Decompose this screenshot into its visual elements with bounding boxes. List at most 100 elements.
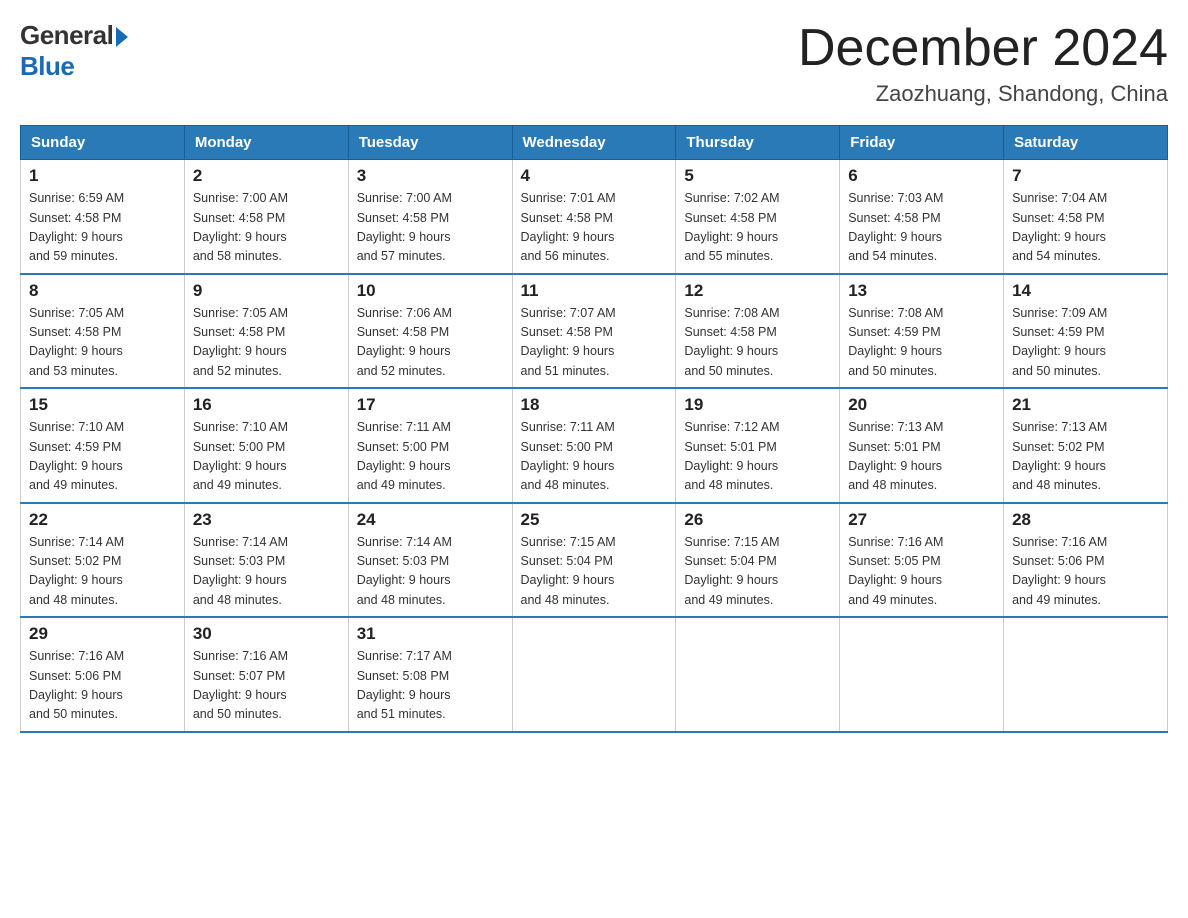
day-info: Sunrise: 7:04 AMSunset: 4:58 PMDaylight:…: [1012, 191, 1107, 263]
day-info: Sunrise: 7:10 AMSunset: 5:00 PMDaylight:…: [193, 420, 288, 492]
calendar-table: Sunday Monday Tuesday Wednesday Thursday…: [20, 125, 1168, 733]
col-monday: Monday: [184, 126, 348, 160]
table-row: 12 Sunrise: 7:08 AMSunset: 4:58 PMDayligh…: [676, 274, 840, 389]
day-info: Sunrise: 7:14 AMSunset: 5:02 PMDaylight:…: [29, 535, 124, 607]
page-title: December 2024: [798, 20, 1168, 77]
table-row: 20Sunrise: 7:13 AMSunset: 5:01 PMDayligh…: [840, 388, 1004, 503]
day-info: Sunrise: 7:02 AMSunset: 4:58 PMDaylight:…: [684, 191, 779, 263]
table-row: 7 Sunrise: 7:04 AMSunset: 4:58 PMDaylight…: [1004, 160, 1168, 274]
day-number: 17: [357, 395, 504, 415]
table-row: 26 Sunrise: 7:15 AMSunset: 5:04 PMDayligh…: [676, 503, 840, 618]
day-info: Sunrise: 7:01 AMSunset: 4:58 PMDaylight:…: [521, 191, 616, 263]
table-row: [512, 617, 676, 732]
day-number: 10: [357, 281, 504, 301]
title-block: December 2024 Zaozhuang, Shandong, China: [798, 20, 1168, 107]
calendar-week-row: 22 Sunrise: 7:14 AMSunset: 5:02 PMDayligh…: [21, 503, 1168, 618]
day-number: 28: [1012, 510, 1159, 530]
logo-blue-text: Blue: [20, 51, 128, 82]
table-row: 2 Sunrise: 7:00 AMSunset: 4:58 PMDaylight…: [184, 160, 348, 274]
col-sunday: Sunday: [21, 126, 185, 160]
table-row: 4Sunrise: 7:01 AMSunset: 4:58 PMDaylight…: [512, 160, 676, 274]
col-friday: Friday: [840, 126, 1004, 160]
logo-triangle-icon: [116, 27, 128, 47]
day-info: Sunrise: 7:06 AMSunset: 4:58 PMDaylight:…: [357, 306, 452, 378]
day-number: 8: [29, 281, 176, 301]
table-row: 3 Sunrise: 7:00 AMSunset: 4:58 PMDaylight…: [348, 160, 512, 274]
day-info: Sunrise: 7:16 AMSunset: 5:05 PMDaylight:…: [848, 535, 943, 607]
day-info: Sunrise: 7:09 AMSunset: 4:59 PMDaylight:…: [1012, 306, 1107, 378]
day-info: Sunrise: 7:00 AMSunset: 4:58 PMDaylight:…: [193, 191, 288, 263]
table-row: 21 Sunrise: 7:13 AMSunset: 5:02 PMDayligh…: [1004, 388, 1168, 503]
calendar-week-row: 1 Sunrise: 6:59 AMSunset: 4:58 PMDaylight…: [21, 160, 1168, 274]
day-info: Sunrise: 7:15 AMSunset: 5:04 PMDaylight:…: [684, 535, 779, 607]
day-number: 1: [29, 166, 176, 186]
day-info: Sunrise: 7:17 AMSunset: 5:08 PMDaylight:…: [357, 649, 452, 721]
col-saturday: Saturday: [1004, 126, 1168, 160]
day-number: 3: [357, 166, 504, 186]
day-info: Sunrise: 7:11 AMSunset: 5:00 PMDaylight:…: [521, 420, 615, 492]
day-number: 29: [29, 624, 176, 644]
logo-general-text: General: [20, 20, 113, 51]
day-number: 5: [684, 166, 831, 186]
day-info: Sunrise: 7:16 AMSunset: 5:07 PMDaylight:…: [193, 649, 288, 721]
day-info: Sunrise: 7:08 AMSunset: 4:59 PMDaylight:…: [848, 306, 943, 378]
day-info: Sunrise: 7:05 AMSunset: 4:58 PMDaylight:…: [193, 306, 288, 378]
table-row: 30 Sunrise: 7:16 AMSunset: 5:07 PMDayligh…: [184, 617, 348, 732]
page-header: General Blue December 2024 Zaozhuang, Sh…: [20, 20, 1168, 107]
logo: General Blue: [20, 20, 128, 82]
day-info: Sunrise: 7:15 AMSunset: 5:04 PMDaylight:…: [521, 535, 616, 607]
day-info: Sunrise: 7:07 AMSunset: 4:58 PMDaylight:…: [521, 306, 616, 378]
day-number: 2: [193, 166, 340, 186]
day-info: Sunrise: 7:08 AMSunset: 4:58 PMDaylight:…: [684, 306, 779, 378]
table-row: 6 Sunrise: 7:03 AMSunset: 4:58 PMDaylight…: [840, 160, 1004, 274]
day-info: Sunrise: 7:11 AMSunset: 5:00 PMDaylight:…: [357, 420, 451, 492]
day-number: 18: [521, 395, 668, 415]
table-row: 17 Sunrise: 7:11 AMSunset: 5:00 PMDayligh…: [348, 388, 512, 503]
day-number: 25: [521, 510, 668, 530]
table-row: 15Sunrise: 7:10 AMSunset: 4:59 PMDayligh…: [21, 388, 185, 503]
table-row: 31Sunrise: 7:17 AMSunset: 5:08 PMDayligh…: [348, 617, 512, 732]
table-row: 16Sunrise: 7:10 AMSunset: 5:00 PMDayligh…: [184, 388, 348, 503]
day-info: Sunrise: 7:16 AMSunset: 5:06 PMDaylight:…: [1012, 535, 1107, 607]
table-row: 10 Sunrise: 7:06 AMSunset: 4:58 PMDayligh…: [348, 274, 512, 389]
day-info: Sunrise: 7:00 AMSunset: 4:58 PMDaylight:…: [357, 191, 452, 263]
table-row: 11Sunrise: 7:07 AMSunset: 4:58 PMDayligh…: [512, 274, 676, 389]
day-number: 20: [848, 395, 995, 415]
day-number: 13: [848, 281, 995, 301]
table-row: 28 Sunrise: 7:16 AMSunset: 5:06 PMDayligh…: [1004, 503, 1168, 618]
calendar-header-row: Sunday Monday Tuesday Wednesday Thursday…: [21, 126, 1168, 160]
day-info: Sunrise: 7:12 AMSunset: 5:01 PMDaylight:…: [684, 420, 779, 492]
day-info: Sunrise: 7:16 AMSunset: 5:06 PMDaylight:…: [29, 649, 124, 721]
col-thursday: Thursday: [676, 126, 840, 160]
page-subtitle: Zaozhuang, Shandong, China: [798, 81, 1168, 107]
day-info: Sunrise: 7:03 AMSunset: 4:58 PMDaylight:…: [848, 191, 943, 263]
day-number: 27: [848, 510, 995, 530]
table-row: [840, 617, 1004, 732]
table-row: 1 Sunrise: 6:59 AMSunset: 4:58 PMDaylight…: [21, 160, 185, 274]
day-info: Sunrise: 7:14 AMSunset: 5:03 PMDaylight:…: [193, 535, 288, 607]
table-row: 25 Sunrise: 7:15 AMSunset: 5:04 PMDayligh…: [512, 503, 676, 618]
calendar-week-row: 29 Sunrise: 7:16 AMSunset: 5:06 PMDayligh…: [21, 617, 1168, 732]
table-row: 29 Sunrise: 7:16 AMSunset: 5:06 PMDayligh…: [21, 617, 185, 732]
table-row: 22 Sunrise: 7:14 AMSunset: 5:02 PMDayligh…: [21, 503, 185, 618]
day-info: Sunrise: 7:13 AMSunset: 5:02 PMDaylight:…: [1012, 420, 1107, 492]
day-info: Sunrise: 6:59 AMSunset: 4:58 PMDaylight:…: [29, 191, 124, 263]
day-number: 26: [684, 510, 831, 530]
day-number: 24: [357, 510, 504, 530]
day-number: 9: [193, 281, 340, 301]
table-row: [1004, 617, 1168, 732]
day-number: 21: [1012, 395, 1159, 415]
day-number: 6: [848, 166, 995, 186]
day-info: Sunrise: 7:05 AMSunset: 4:58 PMDaylight:…: [29, 306, 124, 378]
day-number: 22: [29, 510, 176, 530]
day-number: 14: [1012, 281, 1159, 301]
day-number: 12: [684, 281, 831, 301]
calendar-week-row: 8 Sunrise: 7:05 AMSunset: 4:58 PMDaylight…: [21, 274, 1168, 389]
day-info: Sunrise: 7:10 AMSunset: 4:59 PMDaylight:…: [29, 420, 124, 492]
table-row: 23Sunrise: 7:14 AMSunset: 5:03 PMDayligh…: [184, 503, 348, 618]
table-row: 5 Sunrise: 7:02 AMSunset: 4:58 PMDaylight…: [676, 160, 840, 274]
day-number: 30: [193, 624, 340, 644]
day-number: 7: [1012, 166, 1159, 186]
table-row: 19Sunrise: 7:12 AMSunset: 5:01 PMDayligh…: [676, 388, 840, 503]
table-row: 13 Sunrise: 7:08 AMSunset: 4:59 PMDayligh…: [840, 274, 1004, 389]
